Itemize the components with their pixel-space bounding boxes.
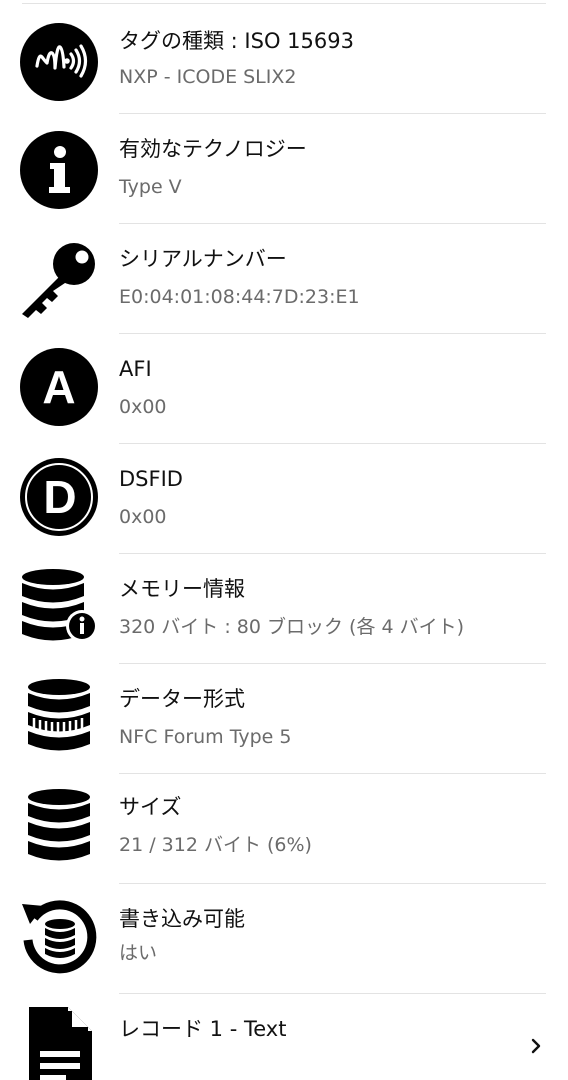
record-1-row[interactable]: レコード 1 - Text bbox=[0, 994, 568, 1080]
letter-a-icon: A bbox=[20, 348, 98, 426]
tag-type-title: タグの種類 : ISO 15693 bbox=[119, 29, 354, 53]
memory-info-title: メモリー情報 bbox=[119, 577, 245, 601]
data-format-row: データー形式 NFC Forum Type 5 bbox=[0, 664, 568, 774]
writable-row: 書き込み可能 はい bbox=[0, 884, 568, 994]
serial-number-title: シリアルナンバー bbox=[119, 247, 287, 271]
info-icon bbox=[20, 131, 98, 209]
writable-value: はい bbox=[119, 942, 158, 964]
writable-title: 書き込み可能 bbox=[119, 907, 245, 931]
svg-text:A: A bbox=[42, 361, 75, 413]
tag-type-row: タグの種類 : ISO 15693 NXP - ICODE SLIX2 bbox=[0, 4, 568, 114]
serial-number-value: E0:04:01:08:44:7D:23:E1 bbox=[119, 286, 360, 308]
afi-title: AFI bbox=[119, 357, 152, 381]
key-icon bbox=[20, 240, 98, 318]
document-icon bbox=[20, 1007, 98, 1080]
nfc-wave-icon bbox=[20, 23, 98, 101]
letter-d-icon: D bbox=[20, 458, 98, 536]
memory-info-row: メモリー情報 320 バイト : 80 ブロック (各 4 バイト) bbox=[0, 554, 568, 664]
technologies-title: 有効なテクノロジー bbox=[119, 137, 307, 161]
chevron-right-icon[interactable] bbox=[528, 1038, 544, 1054]
serial-number-row: シリアルナンバー E0:04:01:08:44:7D:23:E1 bbox=[0, 224, 568, 334]
record-1-title: レコード 1 - Text bbox=[119, 1017, 287, 1041]
memory-info-value: 320 バイト : 80 ブロック (各 4 バイト) bbox=[119, 616, 465, 638]
svg-text:D: D bbox=[43, 471, 76, 523]
data-format-value: NFC Forum Type 5 bbox=[119, 726, 292, 748]
database-icon bbox=[20, 788, 98, 866]
data-format-title: データー形式 bbox=[119, 687, 245, 711]
technologies-value: Type V bbox=[119, 176, 182, 198]
dsfid-value: 0x00 bbox=[119, 506, 167, 528]
database-rewrite-icon bbox=[20, 896, 98, 974]
afi-value: 0x00 bbox=[119, 396, 167, 418]
size-value: 21 / 312 バイト (6%) bbox=[119, 834, 312, 856]
technologies-row: 有効なテクノロジー Type V bbox=[0, 114, 568, 224]
dsfid-row: D DSFID 0x00 bbox=[0, 444, 568, 554]
size-row: サイズ 21 / 312 バイト (6%) bbox=[0, 774, 568, 884]
tag-type-value: NXP - ICODE SLIX2 bbox=[119, 66, 297, 88]
size-title: サイズ bbox=[119, 795, 182, 819]
database-format-icon bbox=[20, 678, 98, 756]
database-info-icon bbox=[20, 568, 98, 646]
dsfid-title: DSFID bbox=[119, 467, 183, 491]
afi-row: A AFI 0x00 bbox=[0, 334, 568, 444]
